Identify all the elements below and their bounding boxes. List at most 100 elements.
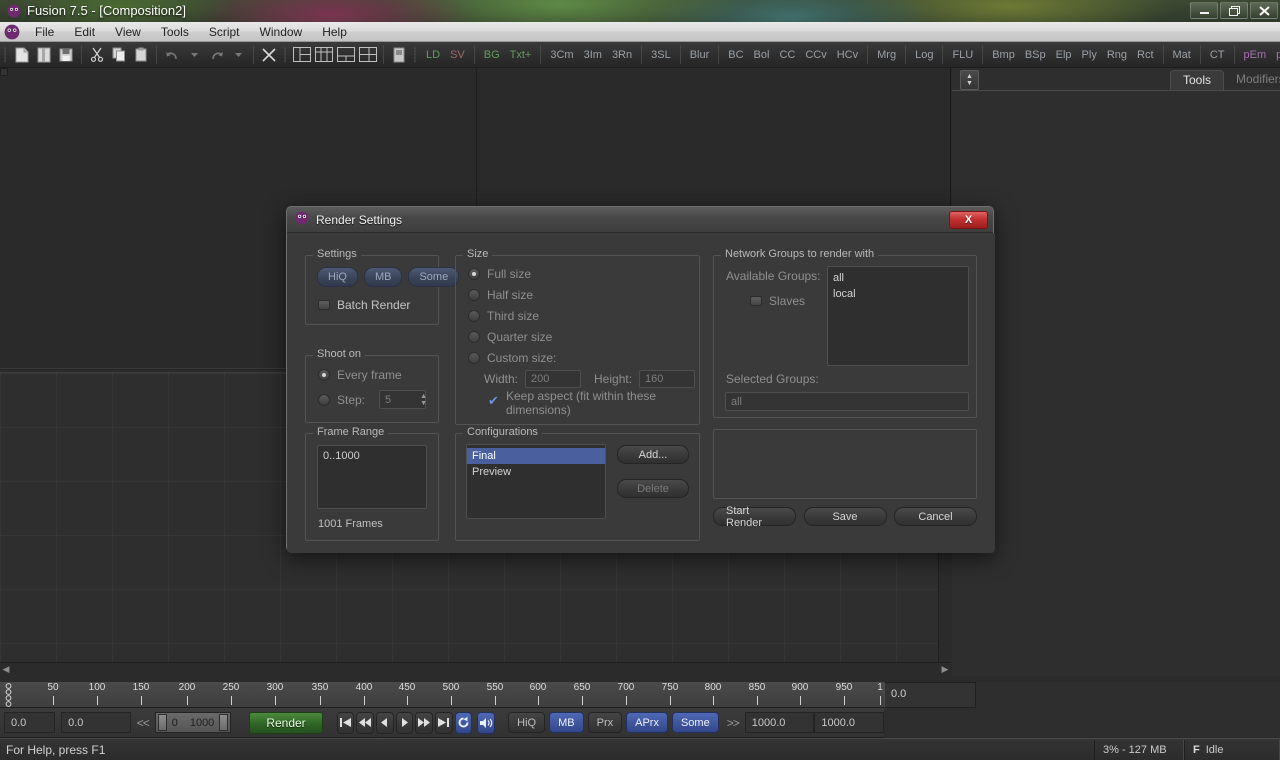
menu-item-window[interactable]: Window xyxy=(250,23,313,41)
cut-icon[interactable] xyxy=(87,45,107,65)
tool-button-prn[interactable]: pRn xyxy=(1271,45,1280,65)
scroll-right-icon[interactable]: ▶ xyxy=(939,664,951,676)
copy-icon[interactable] xyxy=(109,45,129,65)
quality-button-prx[interactable]: Prx xyxy=(587,712,623,733)
rewind-icon[interactable] xyxy=(356,711,375,734)
tool-button-bol[interactable]: Bol xyxy=(749,45,775,65)
delete-configuration-button[interactable]: Delete xyxy=(617,479,689,498)
config-item-final[interactable]: Final xyxy=(467,448,605,464)
loop-icon[interactable] xyxy=(454,711,473,734)
dialog-close-button[interactable]: X xyxy=(949,211,988,229)
slaves-checkbox[interactable] xyxy=(750,295,762,306)
close-button[interactable] xyxy=(1250,2,1278,19)
step-back-icon[interactable] xyxy=(376,711,394,734)
layout-3-icon[interactable] xyxy=(336,45,356,65)
tool-button-flu[interactable]: FLU xyxy=(947,45,978,65)
fast-forward-icon[interactable] xyxy=(415,711,434,734)
maximize-restore-button[interactable] xyxy=(1220,2,1248,19)
tool-button-cc[interactable]: CC xyxy=(774,45,800,65)
settings-button-mb[interactable]: MB xyxy=(363,267,403,287)
bins-icon[interactable] xyxy=(389,45,409,65)
available-groups-list[interactable]: all local xyxy=(827,266,969,366)
menu-item-view[interactable]: View xyxy=(105,23,151,41)
size-option-full[interactable]: Full size xyxy=(468,265,531,282)
range-start-handle[interactable] xyxy=(157,714,167,731)
time-ruler[interactable]: 50 100 150 200 250 300 350 400 450 500 5… xyxy=(0,682,884,708)
collapse-range-icon[interactable]: << xyxy=(131,716,155,730)
tool-button-3im[interactable]: 3Im xyxy=(579,45,607,65)
undo-dropdown-icon[interactable] xyxy=(184,45,204,65)
render-log-box[interactable] xyxy=(713,429,977,499)
undo-icon[interactable] xyxy=(162,45,182,65)
layout-2-icon[interactable] xyxy=(314,45,334,65)
playhead-marker[interactable] xyxy=(5,683,12,707)
flow-horizontal-scrollbar[interactable]: ◀ ▶ xyxy=(0,662,951,676)
tool-button-txt[interactable]: Txt+ xyxy=(505,45,537,65)
tab-tools[interactable]: Tools xyxy=(1170,70,1225,90)
available-group-all[interactable]: all xyxy=(828,270,968,286)
global-start-field[interactable]: 1000.0 xyxy=(744,712,815,733)
custom-size-radio[interactable] xyxy=(468,351,480,364)
skip-to-start-icon[interactable] xyxy=(336,711,355,734)
configurations-list[interactable]: Final Preview xyxy=(466,444,606,519)
width-input[interactable]: 200 xyxy=(525,370,582,388)
current-time-field[interactable]: 0.0 xyxy=(884,682,976,708)
step-radio[interactable] xyxy=(318,393,330,406)
redo-dropdown-icon[interactable] xyxy=(228,45,248,65)
render-out-field[interactable]: 0.0 xyxy=(61,712,131,733)
step-spinner[interactable]: ▲ ▼ xyxy=(417,390,430,409)
available-group-local[interactable]: local xyxy=(828,286,968,302)
keep-aspect-row[interactable]: Keep aspect (fit within these dimensions… xyxy=(488,389,699,417)
scroll-left-icon[interactable]: ◀ xyxy=(0,664,12,676)
tool-button-ld[interactable]: LD xyxy=(421,45,445,65)
menu-item-script[interactable]: Script xyxy=(199,23,250,41)
tool-button-bg[interactable]: BG xyxy=(479,45,505,65)
tab-modifiers[interactable]: Modifiers xyxy=(1224,70,1280,90)
open-icon[interactable] xyxy=(34,45,54,65)
tool-button-ccv[interactable]: CCv xyxy=(800,45,831,65)
size-option-half[interactable]: Half size xyxy=(468,286,533,303)
height-input[interactable]: 160 xyxy=(639,370,696,388)
every-frame-radio[interactable] xyxy=(318,368,330,381)
quality-button-mb[interactable]: MB xyxy=(549,712,584,733)
toolbar-grip[interactable] xyxy=(282,45,289,65)
every-frame-row[interactable]: Every frame xyxy=(318,366,402,383)
selected-groups-input[interactable]: all xyxy=(725,392,969,411)
audio-icon[interactable] xyxy=(477,711,496,734)
batch-render-checkbox[interactable] xyxy=(318,299,330,310)
toolbar-grip[interactable] xyxy=(412,45,419,65)
menu-item-edit[interactable]: Edit xyxy=(64,23,105,41)
cross-icon[interactable] xyxy=(259,45,279,65)
tool-button-3cm[interactable]: 3Cm xyxy=(545,45,578,65)
tool-button-rng[interactable]: Rng xyxy=(1102,45,1132,65)
tool-button-mat[interactable]: Mat xyxy=(1168,45,1196,65)
play-icon[interactable] xyxy=(395,711,414,734)
tool-button-rct[interactable]: Rct xyxy=(1132,45,1159,65)
tool-button-bc[interactable]: BC xyxy=(723,45,748,65)
tool-button-sv[interactable]: SV xyxy=(445,45,470,65)
render-in-field[interactable]: 0.0 xyxy=(4,712,56,733)
tool-button-pem[interactable]: pEm xyxy=(1239,45,1272,65)
redo-icon[interactable] xyxy=(206,45,226,65)
tool-button-ct[interactable]: CT xyxy=(1205,45,1230,65)
menu-item-help[interactable]: Help xyxy=(312,23,357,41)
slaves-row[interactable]: Slaves xyxy=(750,292,805,309)
global-range-slider[interactable]: 0 1000 xyxy=(154,712,232,733)
size-option-third[interactable]: Third size xyxy=(468,307,539,324)
third-size-radio[interactable] xyxy=(468,309,480,322)
tool-button-bmp[interactable]: Bmp xyxy=(987,45,1020,65)
add-configuration-button[interactable]: Add... xyxy=(617,445,689,464)
tool-button-3sl[interactable]: 3SL xyxy=(646,45,676,65)
start-render-button[interactable]: Start Render xyxy=(713,505,796,529)
step-row[interactable]: Step: 5 ▲ ▼ xyxy=(318,390,430,409)
quality-button-aprx[interactable]: APrx xyxy=(626,712,668,733)
layout-1-icon[interactable] xyxy=(292,45,312,65)
viewer-corner-handle[interactable] xyxy=(0,68,8,76)
new-icon[interactable] xyxy=(12,45,32,65)
skip-to-end-icon[interactable] xyxy=(435,711,453,734)
settings-button-some[interactable]: Some xyxy=(408,267,460,287)
tool-button-log[interactable]: Log xyxy=(910,45,938,65)
keep-aspect-checkbox[interactable] xyxy=(488,393,501,409)
tool-button-bsp[interactable]: BSp xyxy=(1020,45,1051,65)
menu-item-tools[interactable]: Tools xyxy=(151,23,199,41)
